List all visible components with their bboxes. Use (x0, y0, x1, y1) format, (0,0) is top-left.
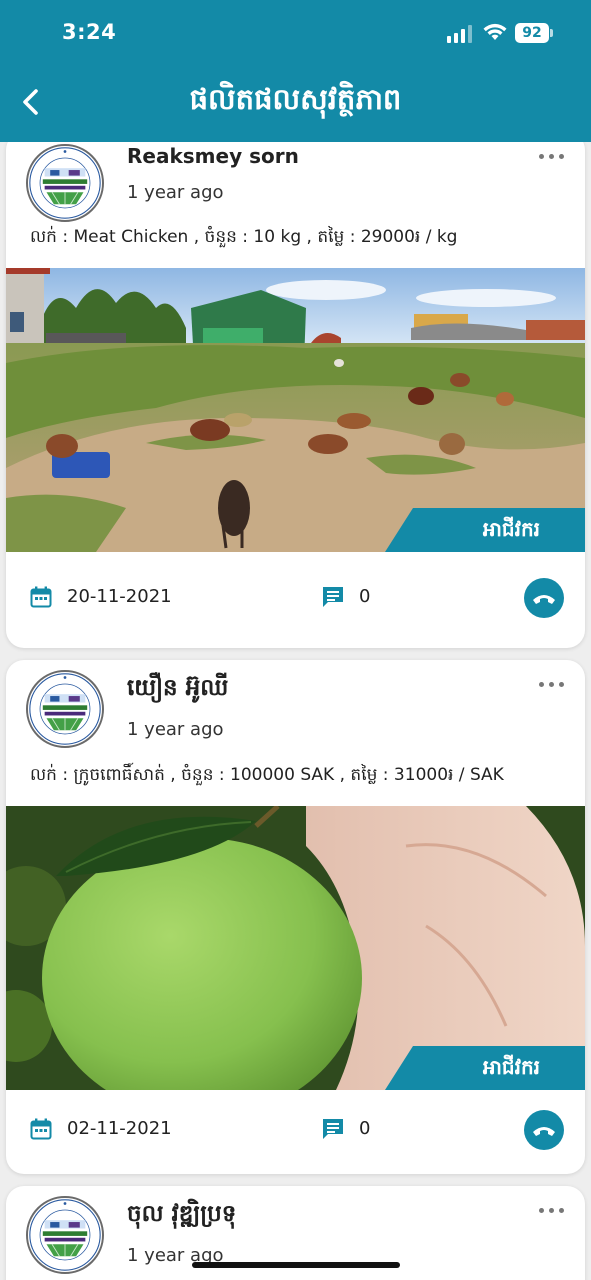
calendar-icon (30, 1118, 52, 1140)
comment-icon[interactable] (321, 585, 345, 609)
app-bar: ផលិតផលសុវត្ថិភាព (0, 66, 591, 142)
product-photo[interactable]: អាជីវករ (6, 806, 585, 1090)
cellular-signal-icon (447, 25, 473, 43)
comment-icon[interactable] (321, 1117, 345, 1141)
comment-count: 0 (359, 1118, 371, 1139)
more-options-icon[interactable] (539, 680, 565, 690)
author-logo (26, 1196, 104, 1274)
post-card[interactable]: យឿន អ៊ូឈី 1 year ago លក់ : ក្រូចពោធិ៍សាត… (6, 660, 585, 1174)
status-bar: 3:24 92 (0, 0, 591, 66)
comment-count: 0 (359, 586, 371, 607)
more-options-icon[interactable] (539, 152, 565, 162)
post-card[interactable]: Reaksmey sorn 1 year ago លក់ : Meat Chic… (6, 142, 585, 648)
seller-type-tag[interactable]: អាជីវករ (385, 508, 585, 552)
call-button[interactable] (524, 578, 564, 618)
product-feed: Reaksmey sorn 1 year ago លក់ : Meat Chic… (0, 142, 591, 1280)
author-name[interactable]: យឿន អ៊ូឈី (127, 674, 228, 707)
calendar-icon (30, 586, 52, 608)
seller-type-label: អាជីវករ (482, 517, 540, 541)
sale-details: លក់ : ក្រូចពោធិ៍សាត់ , ចំនួន : 100000 SA… (30, 765, 504, 785)
post-footer: 02-11-2021 0 (6, 1100, 585, 1160)
status-time: 3:24 (62, 20, 117, 44)
author-name[interactable]: ចុល វុឌ្ឍិប្រទុ (127, 1200, 236, 1233)
phone-icon (533, 595, 555, 604)
home-indicator[interactable] (192, 1262, 400, 1268)
product-photo[interactable]: អាជីវករ (6, 268, 585, 552)
call-button[interactable] (524, 1110, 564, 1150)
post-footer: 20-11-2021 0 (6, 568, 585, 628)
seller-type-label: អាជីវករ (482, 1055, 540, 1079)
page-title: ផលិតផលសុវត្ថិភាព (189, 82, 402, 116)
battery-tip (550, 29, 553, 37)
author-logo (26, 144, 104, 222)
post-time: 1 year ago (127, 182, 224, 203)
more-options-icon[interactable] (539, 1206, 565, 1216)
sale-details: លក់ : Meat Chicken , ចំនួន : 10 kg , តម្… (30, 227, 458, 247)
battery-level: 92 (515, 23, 549, 43)
author-name[interactable]: Reaksmey sorn (127, 144, 299, 168)
post-date: 20-11-2021 (67, 586, 172, 607)
back-button[interactable] (14, 82, 50, 122)
post-time: 1 year ago (127, 719, 224, 740)
chevron-left-icon (23, 89, 38, 115)
seller-type-tag[interactable]: អាជីវករ (385, 1046, 585, 1090)
post-date: 02-11-2021 (67, 1118, 172, 1139)
wifi-icon (483, 23, 507, 40)
phone-icon (533, 1127, 555, 1136)
author-logo (26, 670, 104, 748)
